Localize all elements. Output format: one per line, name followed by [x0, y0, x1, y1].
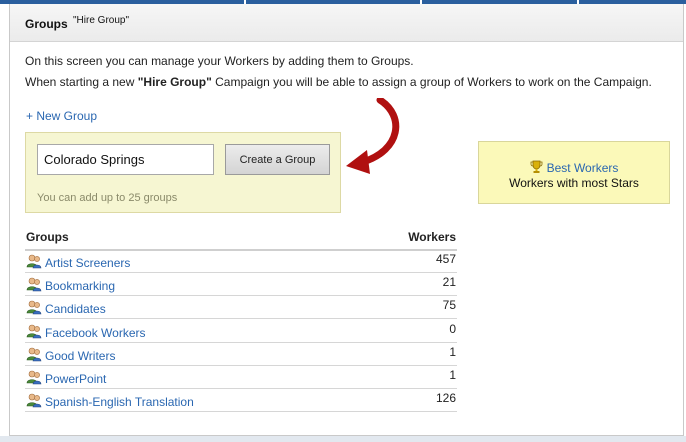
bottom-bar	[0, 436, 686, 442]
best-workers-box: Best Workers Workers with most Stars	[478, 141, 670, 204]
users-group-icon	[26, 254, 42, 274]
groups-panel: Groups "Hire Group" On this screen you c…	[9, 4, 684, 436]
worker-count: 0	[449, 321, 456, 336]
intro-text-part: Campaign you will be able to assign a gr…	[211, 75, 652, 89]
create-group-button[interactable]: Create a Group	[225, 144, 330, 175]
worker-count: 21	[442, 275, 456, 290]
intro-text-line-1: On this screen you can manage your Worke…	[25, 54, 414, 68]
page-subtitle: "Hire Group"	[73, 15, 130, 26]
users-group-icon	[26, 277, 42, 297]
row-divider	[25, 318, 457, 320]
group-name-link[interactable]: Candidates	[45, 302, 106, 316]
users-group-icon	[26, 324, 42, 344]
table-row: PowerPoint 1	[25, 368, 457, 389]
group-name-link[interactable]: PowerPoint	[45, 372, 106, 386]
group-limit-hint: You can add up to 25 groups	[37, 192, 178, 204]
intro-text-bold: "Hire Group"	[137, 75, 212, 89]
group-name-link[interactable]: Spanish-English Translation	[45, 395, 194, 409]
curved-arrow-icon	[346, 98, 400, 174]
group-name-link[interactable]: Facebook Workers	[45, 326, 145, 340]
create-group-form: Create a Group You can add up to 25 grou…	[25, 132, 341, 213]
header-divider	[25, 249, 457, 251]
worker-count: 126	[435, 391, 456, 406]
row-divider	[25, 341, 457, 343]
panel-header: Groups "Hire Group"	[10, 4, 683, 42]
best-workers-link[interactable]: Best Workers	[547, 161, 619, 175]
users-group-icon	[26, 370, 42, 390]
trophy-icon	[530, 160, 542, 173]
row-divider	[25, 272, 457, 273]
users-group-icon	[26, 300, 42, 320]
table-row: Good Writers 1	[25, 345, 457, 366]
table-row: Facebook Workers 0	[25, 322, 457, 343]
group-name-link[interactable]: Bookmarking	[45, 279, 115, 293]
row-divider	[25, 388, 457, 389]
worker-count: 457	[435, 252, 456, 266]
worker-count: 1	[449, 368, 456, 382]
column-header-workers: Workers	[408, 230, 456, 244]
worker-count: 75	[442, 298, 456, 313]
row-divider	[25, 364, 457, 366]
users-group-icon	[26, 347, 42, 367]
table-row: Spanish-English Translation 126	[25, 391, 457, 413]
group-name-link[interactable]: Good Writers	[45, 349, 115, 363]
row-divider	[25, 295, 457, 297]
best-workers-link-row: Best Workers	[479, 160, 669, 175]
table-row: Bookmarking 21	[25, 275, 457, 297]
new-group-link[interactable]: + New Group	[26, 109, 97, 123]
group-name-link[interactable]: Artist Screeners	[45, 256, 130, 270]
page-title: Groups	[25, 17, 68, 31]
column-header-groups: Groups	[26, 230, 69, 244]
best-workers-description: Workers with most Stars	[509, 176, 639, 190]
intro-text-line-2: When starting a new "Hire Group" Campaig…	[25, 75, 652, 89]
table-row: Artist Screeners 457	[25, 252, 457, 273]
row-divider	[25, 411, 457, 413]
table-row: Candidates 75	[25, 298, 457, 320]
intro-text-part: When starting a new	[25, 75, 138, 89]
group-name-input[interactable]	[37, 144, 214, 175]
worker-count: 1	[449, 344, 456, 359]
users-group-icon	[26, 393, 42, 413]
